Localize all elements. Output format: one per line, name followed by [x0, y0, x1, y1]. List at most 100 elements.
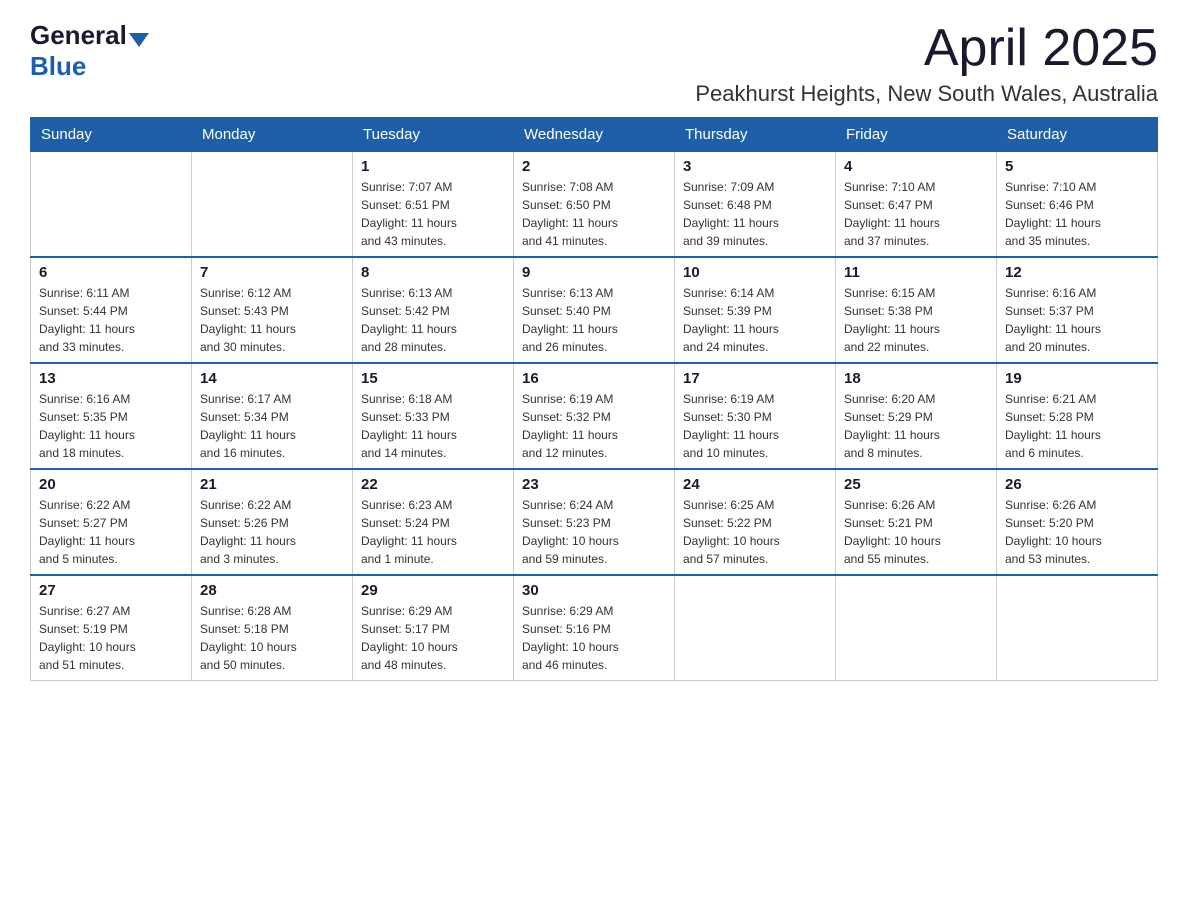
calendar-week-row: 27 Sunrise: 6:27 AM Sunset: 5:19 PM Dayli… — [31, 575, 1158, 681]
calendar-cell: 1 Sunrise: 7:07 AM Sunset: 6:51 PM Daylig… — [353, 152, 514, 258]
day-number: 2 — [522, 158, 666, 175]
header-saturday: Saturday — [997, 118, 1158, 152]
day-info: Sunrise: 6:24 AM Sunset: 5:23 PM Dayligh… — [522, 496, 666, 568]
header-friday: Friday — [836, 118, 997, 152]
day-info: Sunrise: 6:17 AM Sunset: 5:34 PM Dayligh… — [200, 390, 344, 462]
day-info: Sunrise: 7:07 AM Sunset: 6:51 PM Dayligh… — [361, 178, 505, 250]
day-number: 21 — [200, 476, 344, 493]
calendar-cell: 11Sunrise: 6:15 AM Sunset: 5:38 PM Dayli… — [836, 257, 997, 363]
day-number: 7 — [200, 264, 344, 281]
day-info: Sunrise: 6:28 AM Sunset: 5:18 PM Dayligh… — [200, 602, 344, 674]
day-number: 22 — [361, 476, 505, 493]
day-info: Sunrise: 6:26 AM Sunset: 5:20 PM Dayligh… — [1005, 496, 1149, 568]
calendar-header-row: SundayMondayTuesdayWednesdayThursdayFrid… — [31, 118, 1158, 152]
day-info: Sunrise: 6:16 AM Sunset: 5:35 PM Dayligh… — [39, 390, 183, 462]
calendar-cell: 6 Sunrise: 6:11 AM Sunset: 5:44 PM Daylig… — [31, 257, 192, 363]
calendar-cell: 15Sunrise: 6:18 AM Sunset: 5:33 PM Dayli… — [353, 363, 514, 469]
day-info: Sunrise: 6:13 AM Sunset: 5:42 PM Dayligh… — [361, 284, 505, 356]
header-wednesday: Wednesday — [514, 118, 675, 152]
day-number: 3 — [683, 158, 827, 175]
day-info: Sunrise: 7:10 AM Sunset: 6:47 PM Dayligh… — [844, 178, 988, 250]
calendar-cell: 16 Sunrise: 6:19 AM Sunset: 5:32 PM Dayli… — [514, 363, 675, 469]
day-number: 12 — [1005, 264, 1149, 281]
calendar-cell: 7 Sunrise: 6:12 AM Sunset: 5:43 PM Daylig… — [192, 257, 353, 363]
calendar-cell: 10Sunrise: 6:14 AM Sunset: 5:39 PM Dayli… — [675, 257, 836, 363]
logo-general-text: General — [30, 20, 127, 51]
header: General Blue April 2025 Peakhurst Height… — [30, 20, 1158, 107]
calendar-week-row: 1 Sunrise: 7:07 AM Sunset: 6:51 PM Daylig… — [31, 152, 1158, 258]
header-monday: Monday — [192, 118, 353, 152]
calendar-cell: 14 Sunrise: 6:17 AM Sunset: 5:34 PM Dayli… — [192, 363, 353, 469]
day-info: Sunrise: 6:13 AM Sunset: 5:40 PM Dayligh… — [522, 284, 666, 356]
day-number: 27 — [39, 582, 183, 599]
calendar-cell: 28 Sunrise: 6:28 AM Sunset: 5:18 PM Dayli… — [192, 575, 353, 681]
day-info: Sunrise: 6:12 AM Sunset: 5:43 PM Dayligh… — [200, 284, 344, 356]
calendar-cell: 18 Sunrise: 6:20 AM Sunset: 5:29 PM Dayli… — [836, 363, 997, 469]
location-title: Peakhurst Heights, New South Wales, Aust… — [695, 81, 1158, 107]
calendar-cell: 30 Sunrise: 6:29 AM Sunset: 5:16 PM Dayli… — [514, 575, 675, 681]
calendar-cell: 22 Sunrise: 6:23 AM Sunset: 5:24 PM Dayli… — [353, 469, 514, 575]
calendar-cell: 25Sunrise: 6:26 AM Sunset: 5:21 PM Dayli… — [836, 469, 997, 575]
day-number: 1 — [361, 158, 505, 175]
calendar-cell: 3Sunrise: 7:09 AM Sunset: 6:48 PM Daylig… — [675, 152, 836, 258]
title-area: April 2025 Peakhurst Heights, New South … — [695, 20, 1158, 107]
calendar-cell — [836, 575, 997, 681]
day-number: 23 — [522, 476, 666, 493]
calendar-cell: 27 Sunrise: 6:27 AM Sunset: 5:19 PM Dayli… — [31, 575, 192, 681]
day-info: Sunrise: 6:20 AM Sunset: 5:29 PM Dayligh… — [844, 390, 988, 462]
day-info: Sunrise: 6:15 AM Sunset: 5:38 PM Dayligh… — [844, 284, 988, 356]
day-info: Sunrise: 6:23 AM Sunset: 5:24 PM Dayligh… — [361, 496, 505, 568]
day-number: 20 — [39, 476, 183, 493]
day-info: Sunrise: 6:21 AM Sunset: 5:28 PM Dayligh… — [1005, 390, 1149, 462]
day-number: 9 — [522, 264, 666, 281]
calendar-cell — [31, 152, 192, 258]
day-number: 29 — [361, 582, 505, 599]
day-info: Sunrise: 6:25 AM Sunset: 5:22 PM Dayligh… — [683, 496, 827, 568]
logo: General Blue — [30, 20, 151, 82]
calendar-cell: 29 Sunrise: 6:29 AM Sunset: 5:17 PM Dayli… — [353, 575, 514, 681]
day-info: Sunrise: 6:27 AM Sunset: 5:19 PM Dayligh… — [39, 602, 183, 674]
calendar-table: SundayMondayTuesdayWednesdayThursdayFrid… — [30, 117, 1158, 681]
day-number: 17 — [683, 370, 827, 387]
calendar-cell: 26Sunrise: 6:26 AM Sunset: 5:20 PM Dayli… — [997, 469, 1158, 575]
day-info: Sunrise: 6:29 AM Sunset: 5:17 PM Dayligh… — [361, 602, 505, 674]
calendar-cell: 13Sunrise: 6:16 AM Sunset: 5:35 PM Dayli… — [31, 363, 192, 469]
day-info: Sunrise: 7:10 AM Sunset: 6:46 PM Dayligh… — [1005, 178, 1149, 250]
day-info: Sunrise: 7:08 AM Sunset: 6:50 PM Dayligh… — [522, 178, 666, 250]
day-info: Sunrise: 6:16 AM Sunset: 5:37 PM Dayligh… — [1005, 284, 1149, 356]
calendar-cell: 9 Sunrise: 6:13 AM Sunset: 5:40 PM Daylig… — [514, 257, 675, 363]
day-number: 8 — [361, 264, 505, 281]
calendar-week-row: 20 Sunrise: 6:22 AM Sunset: 5:27 PM Dayli… — [31, 469, 1158, 575]
calendar-cell: 20 Sunrise: 6:22 AM Sunset: 5:27 PM Dayli… — [31, 469, 192, 575]
calendar-cell: 19 Sunrise: 6:21 AM Sunset: 5:28 PM Dayli… — [997, 363, 1158, 469]
day-info: Sunrise: 6:22 AM Sunset: 5:26 PM Dayligh… — [200, 496, 344, 568]
calendar-cell: 21 Sunrise: 6:22 AM Sunset: 5:26 PM Dayli… — [192, 469, 353, 575]
calendar-cell: 17 Sunrise: 6:19 AM Sunset: 5:30 PM Dayli… — [675, 363, 836, 469]
day-info: Sunrise: 6:26 AM Sunset: 5:21 PM Dayligh… — [844, 496, 988, 568]
calendar-cell: 12 Sunrise: 6:16 AM Sunset: 5:37 PM Dayli… — [997, 257, 1158, 363]
month-title: April 2025 — [695, 20, 1158, 77]
day-number: 14 — [200, 370, 344, 387]
calendar-week-row: 13Sunrise: 6:16 AM Sunset: 5:35 PM Dayli… — [31, 363, 1158, 469]
calendar-cell: 23 Sunrise: 6:24 AM Sunset: 5:23 PM Dayli… — [514, 469, 675, 575]
day-number: 6 — [39, 264, 183, 281]
day-info: Sunrise: 6:11 AM Sunset: 5:44 PM Dayligh… — [39, 284, 183, 356]
calendar-cell — [675, 575, 836, 681]
day-info: Sunrise: 6:19 AM Sunset: 5:30 PM Dayligh… — [683, 390, 827, 462]
day-number: 30 — [522, 582, 666, 599]
calendar-cell — [997, 575, 1158, 681]
day-info: Sunrise: 6:29 AM Sunset: 5:16 PM Dayligh… — [522, 602, 666, 674]
calendar-cell: 5Sunrise: 7:10 AM Sunset: 6:46 PM Daylig… — [997, 152, 1158, 258]
calendar-cell — [192, 152, 353, 258]
day-number: 16 — [522, 370, 666, 387]
header-thursday: Thursday — [675, 118, 836, 152]
day-number: 28 — [200, 582, 344, 599]
day-number: 18 — [844, 370, 988, 387]
day-number: 19 — [1005, 370, 1149, 387]
day-number: 24 — [683, 476, 827, 493]
header-tuesday: Tuesday — [353, 118, 514, 152]
logo-blue-text: Blue — [30, 51, 86, 82]
day-info: Sunrise: 6:14 AM Sunset: 5:39 PM Dayligh… — [683, 284, 827, 356]
day-info: Sunrise: 6:22 AM Sunset: 5:27 PM Dayligh… — [39, 496, 183, 568]
day-info: Sunrise: 6:19 AM Sunset: 5:32 PM Dayligh… — [522, 390, 666, 462]
